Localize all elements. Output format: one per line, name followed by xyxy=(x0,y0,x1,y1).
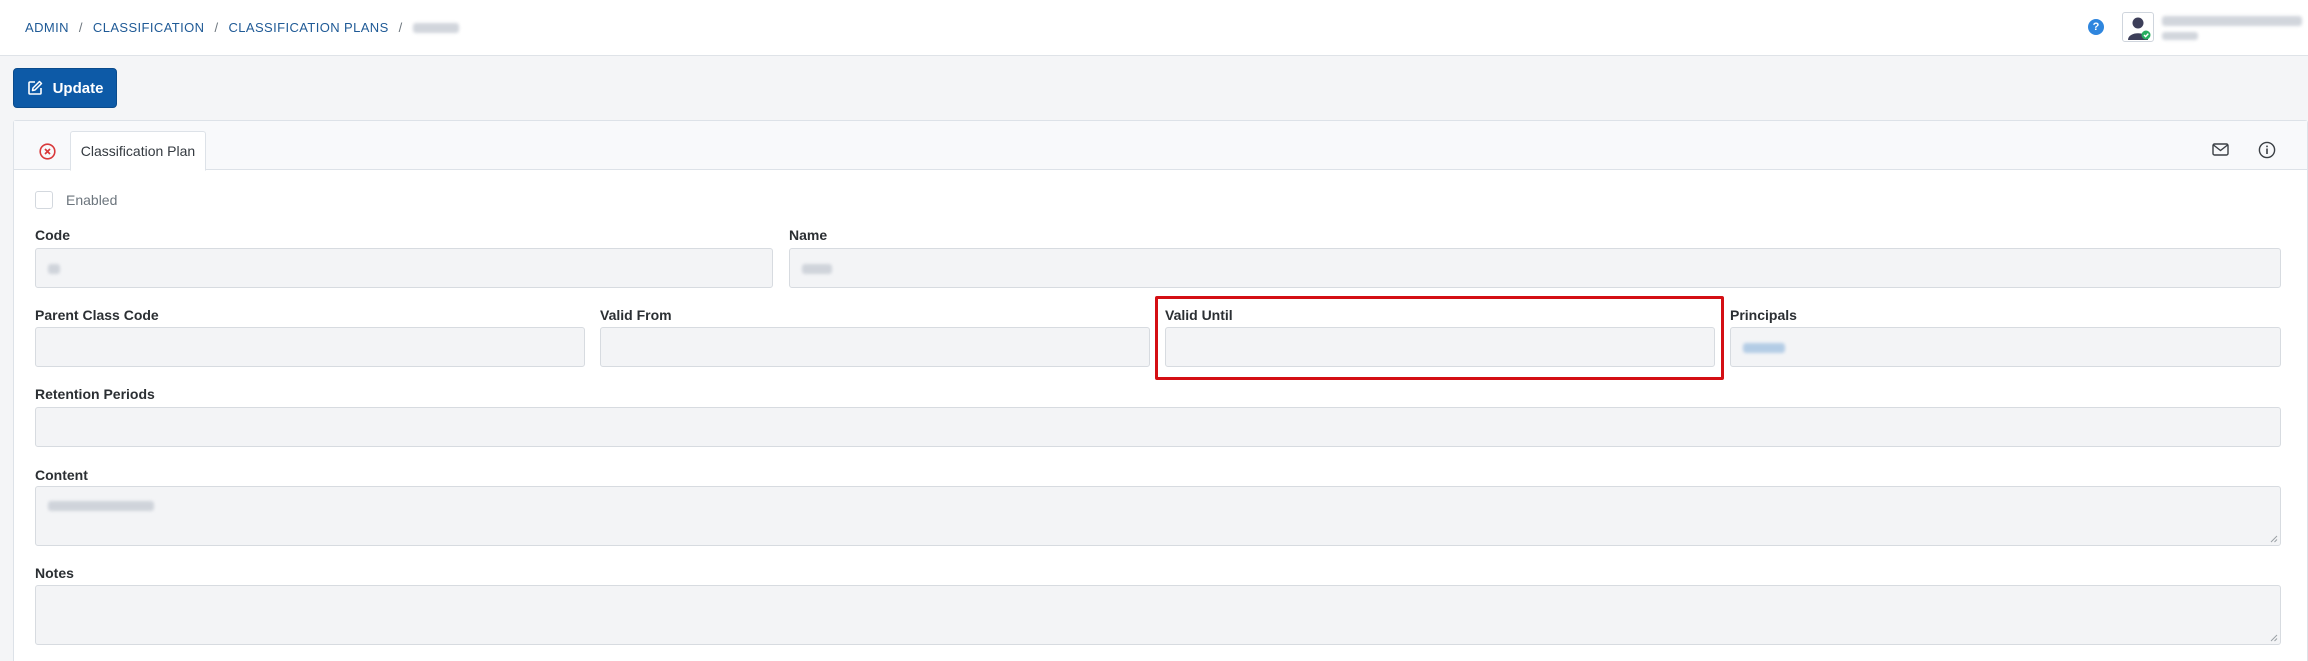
breadcrumb-separator: / xyxy=(398,20,403,35)
tab-bar: Classification Plan xyxy=(14,121,2307,171)
code-value-redacted xyxy=(48,264,60,274)
mail-icon[interactable] xyxy=(2212,143,2229,156)
name-field[interactable] xyxy=(789,248,2281,288)
update-label: Update xyxy=(52,79,104,97)
tab-classification-plan[interactable]: Classification Plan xyxy=(70,131,206,171)
resize-handle-icon[interactable] xyxy=(2270,634,2278,642)
notes-textarea[interactable] xyxy=(35,585,2281,645)
breadcrumb-separator: / xyxy=(78,20,83,35)
breadcrumb: ADMIN / CLASSIFICATION / CLASSIFICATION … xyxy=(25,20,459,35)
breadcrumb-admin[interactable]: ADMIN xyxy=(25,20,69,35)
question-circle-icon[interactable]: ? xyxy=(2088,19,2104,35)
content-label: Content xyxy=(35,467,88,483)
principals-label: Principals xyxy=(1730,307,1797,323)
info-icon[interactable] xyxy=(2258,141,2276,159)
content-textarea[interactable] xyxy=(35,486,2281,546)
user-name-redacted[interactable] xyxy=(2162,16,2302,26)
parent-class-code-field[interactable] xyxy=(35,327,585,367)
update-button[interactable]: Update xyxy=(13,68,117,108)
user-avatar-icon[interactable] xyxy=(2122,12,2154,42)
resize-handle-icon[interactable] xyxy=(2270,535,2278,543)
parent-class-code-label: Parent Class Code xyxy=(35,307,159,323)
enabled-checkbox[interactable] xyxy=(35,191,53,209)
breadcrumb-classification-plans[interactable]: CLASSIFICATION PLANS xyxy=(228,20,388,35)
breadcrumb-separator: / xyxy=(214,20,219,35)
valid-until-label: Valid Until xyxy=(1165,307,1233,323)
top-bar: ADMIN / CLASSIFICATION / CLASSIFICATION … xyxy=(0,0,2308,56)
valid-until-field[interactable] xyxy=(1165,327,1715,367)
code-field[interactable] xyxy=(35,248,773,288)
retention-periods-label: Retention Periods xyxy=(35,386,155,402)
code-label: Code xyxy=(35,227,70,243)
principals-tag-redacted[interactable] xyxy=(1743,343,1785,353)
valid-from-label: Valid From xyxy=(600,307,672,323)
name-value-redacted xyxy=(802,264,832,274)
name-label: Name xyxy=(789,227,828,243)
valid-from-field[interactable] xyxy=(600,327,1150,367)
close-circle-icon[interactable] xyxy=(39,143,56,160)
breadcrumb-current-redacted xyxy=(412,22,459,33)
form-card: Classification Plan Enabled Code Name Pa… xyxy=(13,120,2308,661)
retention-periods-field[interactable] xyxy=(35,407,2281,447)
edit-icon xyxy=(27,80,42,95)
notes-label: Notes xyxy=(35,565,74,581)
principals-field[interactable] xyxy=(1730,327,2281,367)
breadcrumb-classification[interactable]: CLASSIFICATION xyxy=(93,20,205,35)
enabled-label: Enabled xyxy=(66,192,118,208)
user-role-redacted xyxy=(2162,32,2198,40)
content-value-redacted xyxy=(48,501,154,511)
